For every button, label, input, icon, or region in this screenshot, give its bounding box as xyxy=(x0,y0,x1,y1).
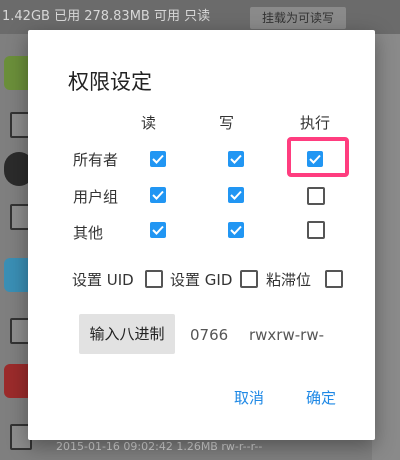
owner-read-checkbox[interactable] xyxy=(150,151,166,167)
column-header-execute: 执行 xyxy=(300,114,331,132)
group-read-checkbox[interactable] xyxy=(150,187,166,203)
group-write-checkbox[interactable] xyxy=(228,187,244,203)
set-uid-label: 设置 UID xyxy=(72,271,134,289)
sticky-bit-checkbox[interactable] xyxy=(325,270,343,288)
ok-button[interactable]: 确定 xyxy=(306,387,336,408)
set-uid-checkbox[interactable] xyxy=(145,270,163,288)
owner-write-checkbox[interactable] xyxy=(228,151,244,167)
cancel-button[interactable]: 取消 xyxy=(234,387,264,408)
storage-status-text: 1.42GB 已用 278.83MB 可用 只读 xyxy=(2,9,211,24)
file-info-text: 2015-01-16 09:02:42 1.26MB rw-r--r-- xyxy=(56,440,263,453)
column-header-read: 读 xyxy=(141,114,157,132)
row-label-owner: 所有者 xyxy=(73,151,119,169)
others-execute-checkbox[interactable] xyxy=(307,221,325,239)
octal-value: 0766 xyxy=(190,326,229,344)
background-top-bar: 1.42GB 已用 278.83MB 可用 只读 挂载为可读写 xyxy=(0,0,400,34)
row-label-others: 其他 xyxy=(73,224,104,242)
set-gid-checkbox[interactable] xyxy=(240,270,258,288)
set-gid-label: 设置 GID xyxy=(170,271,233,289)
mount-rw-button[interactable]: 挂载为可读写 xyxy=(250,7,347,29)
enter-octal-button[interactable]: 输入八进制 xyxy=(79,314,175,354)
others-read-checkbox[interactable] xyxy=(150,222,166,238)
background-file-list xyxy=(0,34,34,460)
execute-highlight-box xyxy=(287,137,349,177)
group-execute-checkbox[interactable] xyxy=(307,187,325,205)
dialog-title: 权限设定 xyxy=(68,70,152,94)
symbolic-permission: rwxrw-rw- xyxy=(249,326,325,344)
background-right-panel xyxy=(372,34,400,460)
column-header-write: 写 xyxy=(219,114,235,132)
row-label-group: 用户组 xyxy=(73,188,119,206)
permission-dialog: 权限设定 读 写 执行 所有者 用户组 其他 设置 UID 设置 GID 粘滞位… xyxy=(28,30,375,440)
sticky-bit-label: 粘滞位 xyxy=(266,271,312,289)
others-write-checkbox[interactable] xyxy=(228,222,244,238)
